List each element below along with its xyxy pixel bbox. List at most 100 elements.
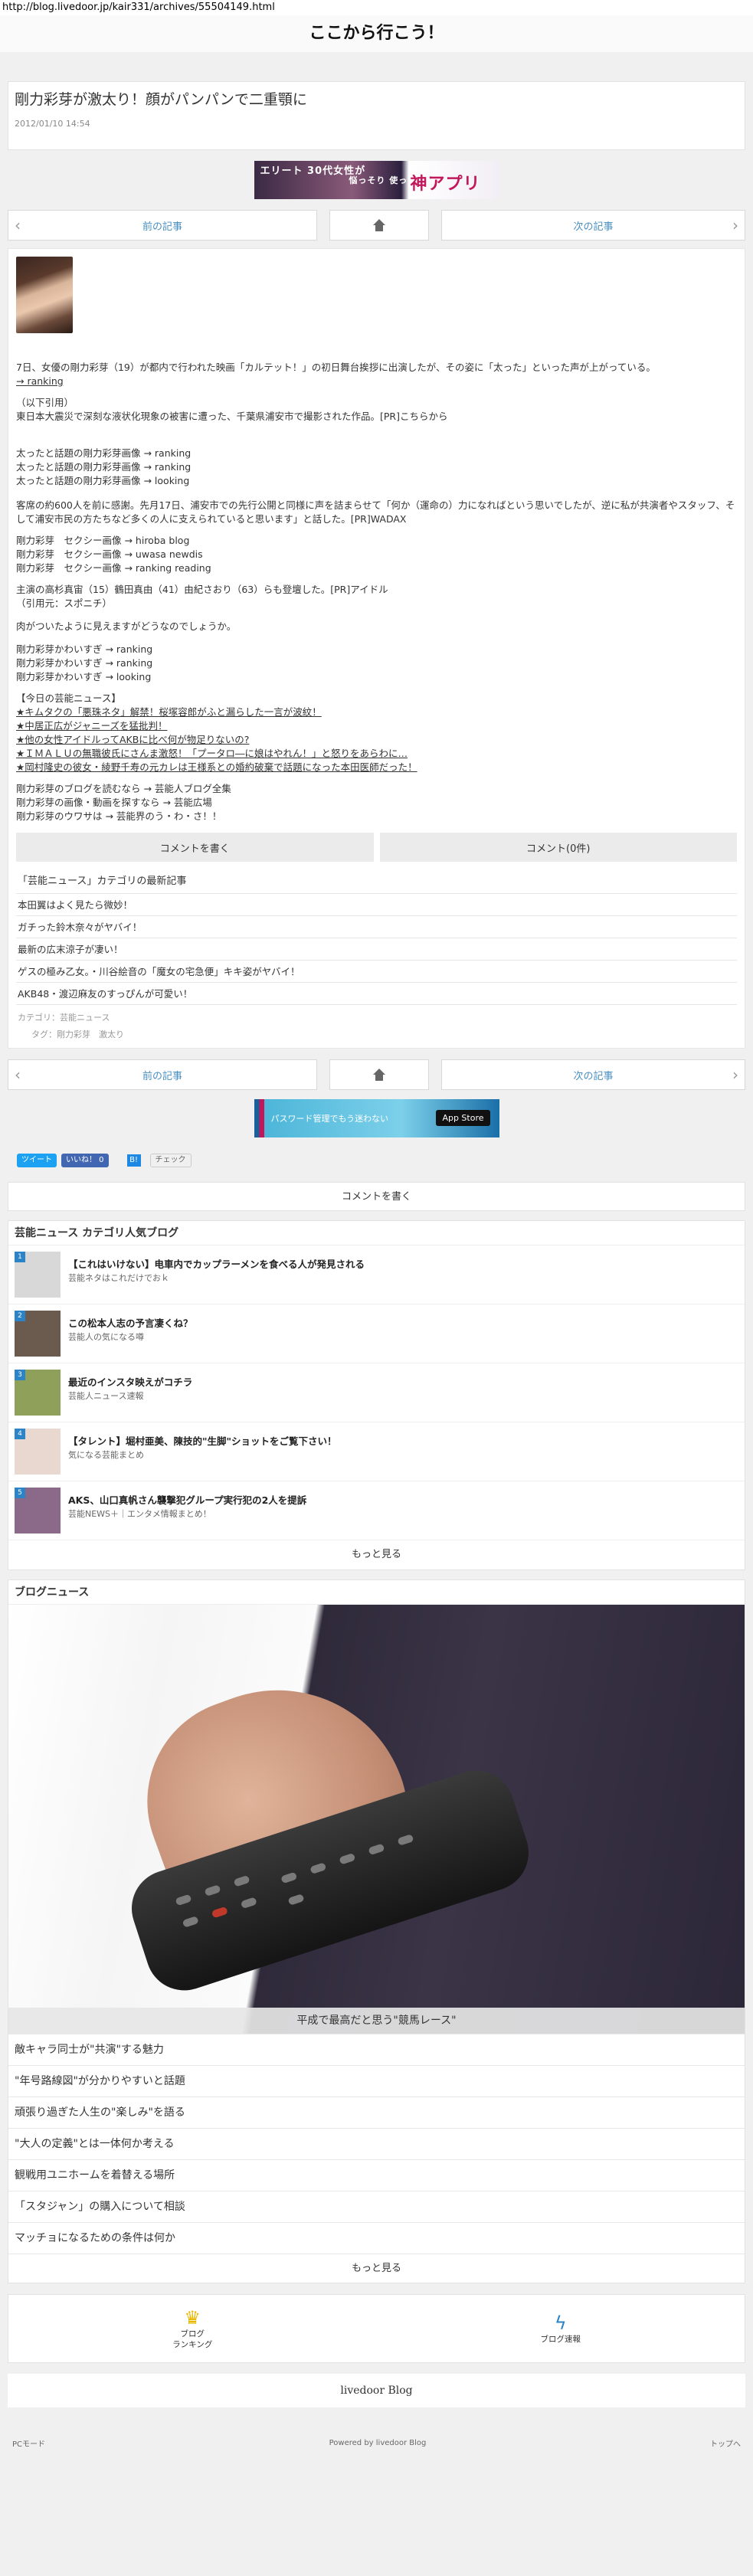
ranking-item[interactable]: 4 【タレント】堀村亜美、陳技的"生脚"ショットをご覧下さい！ 気になる芸能まとめ — [8, 1422, 745, 1481]
article-meta: カテゴリ：芸能ニュース タグ：剛力彩芽 激太り — [16, 1004, 737, 1048]
news-link[interactable]: ★岡村隆史の彼女・綾野千寿の元カレは王様系との婚約破棄で話題になった本田医師だっ… — [16, 761, 737, 774]
latest-heading: 「芸能ニュース」カテゴリの最新記事 — [18, 876, 187, 887]
news-link[interactable]: ★他の女性アイドルってAKBに比べ何が物足りないの? — [16, 733, 737, 747]
pc-mode-link[interactable]: PCモード — [12, 2437, 45, 2449]
body-link[interactable]: 剛力彩芽かわいすぎ → ranking — [16, 656, 737, 670]
body-line: （引用元：スポニチ） — [16, 597, 113, 609]
home-icon — [372, 219, 386, 231]
body-link[interactable]: 太ったと話題の剛力彩芽画像 → looking — [16, 474, 737, 488]
to-top-link[interactable]: トップへ — [710, 2437, 741, 2449]
list-item[interactable]: 本田翼はよく見たら微妙！ — [16, 893, 737, 915]
body-link[interactable]: 剛力彩芽 セクシー画像 → ranking reading — [16, 561, 737, 575]
url-bar: http://blog.livedoor.jp/kair331/archives… — [0, 0, 753, 15]
body-line: 客席の約600人を前に感謝。先月17日、浦安市での先行公開と同様に声を詰まらせて… — [16, 499, 735, 525]
news-link[interactable]: ★キムタクの「悪珠ネタ」解禁！桜塚容郎がふと漏らした一言が波紋！ — [16, 705, 737, 719]
ranking-title: 最近のインスタ映えがコチラ — [68, 1376, 193, 1388]
hatena-bookmark-icon[interactable]: B! — [126, 1154, 141, 1167]
rank-number: 4 — [15, 1429, 25, 1439]
next-article-button[interactable]: 次の記事 — [441, 1059, 745, 1090]
comments-count-button[interactable]: コメント(0件) — [379, 833, 737, 862]
body-link[interactable]: 太ったと話題の剛力彩芽画像 → ranking — [16, 447, 737, 460]
tags-label[interactable]: タグ：剛力彩芽 激太り — [18, 1026, 735, 1043]
top-banner-ad[interactable]: エリート 30代女性が 悩っそり 使ってる… 神アプリ — [254, 161, 499, 199]
article-title: 剛力彩芽が激太り！顔がパンパンで二重顎に — [15, 91, 307, 108]
body-link[interactable]: 剛力彩芽の画像・動画を探すなら → 芸能広場 — [16, 796, 737, 810]
news-item[interactable]: 敵キャラ同士が"共演"する魅力 — [8, 2034, 745, 2065]
body-link[interactable]: 太ったと話題の剛力彩芽画像 → ranking — [16, 460, 737, 474]
footer-links: ♛ ブログ ランキング ϟ ブログ速報 — [8, 2294, 745, 2363]
rank-number: 3 — [15, 1370, 25, 1380]
list-item[interactable]: AKB48・渡辺麻友のすっぴんが可愛い！ — [16, 982, 737, 1004]
news-item[interactable]: 「スタジャン」の購入について相談 — [8, 2191, 745, 2222]
tweet-button[interactable]: ツイート — [17, 1154, 57, 1167]
news-item[interactable]: 観戦用ユニホームを着替える場所 — [8, 2159, 745, 2191]
crown-icon: ♛ — [184, 2307, 201, 2329]
popular-heading: 芸能ニュース カテゴリ人気ブログ — [8, 1221, 745, 1245]
home-icon — [372, 1069, 386, 1081]
news-item[interactable]: "年号路線図"が分かりやすいと話題 — [8, 2065, 745, 2096]
rank-number: 5 — [15, 1488, 25, 1498]
more-button[interactable]: もっと見る — [8, 2254, 745, 2283]
home-button[interactable] — [329, 210, 429, 241]
article-date: 2012/01/10 14:54 — [15, 119, 90, 129]
blog-title[interactable]: ここから行こう！ — [0, 15, 753, 52]
blog-news-heading: ブログニュース — [8, 1580, 745, 1605]
home-button[interactable] — [329, 1059, 429, 1090]
body-link[interactable]: 剛力彩芽かわいすぎ → looking — [16, 670, 737, 684]
rank-number: 1 — [15, 1252, 25, 1262]
ad-right-text: 神アプリ — [410, 175, 481, 194]
news-hero-caption: 平成で最高だと思う"競馬レース" — [8, 2008, 745, 2034]
popular-blogs: 芸能ニュース カテゴリ人気ブログ 1 【これはいけない】电車内でカップラーメンを食… — [8, 1220, 745, 1570]
lightning-icon: ϟ — [554, 2313, 567, 2334]
blog-news-link[interactable]: ϟ ブログ速報 — [377, 2295, 745, 2362]
ranking-item[interactable]: 3 最近のインスタ映えがコチラ 芸能人ニュース速報 — [8, 1363, 745, 1422]
list-item[interactable]: 最新の広末涼子が凄い！ — [16, 938, 737, 960]
body-link[interactable]: 剛力彩芽かわいすぎ → ranking — [16, 643, 737, 656]
ranking-title: 【タレント】堀村亜美、陳技的"生脚"ショットをご覧下さい！ — [68, 1435, 337, 1447]
ranking-title: 【これはいけない】电車内でカップラーメンを食べる人が発見される — [68, 1259, 365, 1270]
mixi-check-button[interactable]: チェック — [149, 1154, 192, 1167]
ranking-item[interactable]: 2 この松本人志の予言凄くね？ 芸能人の気になる噂 — [8, 1304, 745, 1363]
ranking-label: ブログ ランキング — [172, 2329, 213, 2349]
like-button[interactable]: いいね！ 0 — [61, 1154, 109, 1167]
news-item[interactable]: 頑張り過ぎた人生の"楽しみ"を語る — [8, 2096, 745, 2128]
article-body: 7日、女優の剛力彩芽（19）が都内で行われた映画「カルテット！」の初日舞台挨拶に… — [8, 248, 745, 1049]
news-hero-image[interactable]: 平成で最高だと思う"競馬レース" — [8, 1605, 745, 2034]
next-article-button[interactable]: 次の記事 — [441, 210, 745, 241]
body-line: （以下引用） — [16, 397, 74, 408]
article-photo[interactable] — [16, 257, 73, 333]
body-line: 主演の高杉真宙（15）鶴田真由（41）由紀さおり（63）らも登壇した。[PR]ア… — [16, 584, 388, 595]
latest-articles: 「芸能ニュース」カテゴリの最新記事 本田翼はよく見たら微妙！ ガチった鈴木奈々が… — [16, 872, 737, 1004]
category-label[interactable]: カテゴリ：芸能ニュース — [18, 1010, 735, 1026]
body-link[interactable]: 剛力彩芽のブログを読むなら → 芸能人ブログ全集 — [16, 782, 737, 796]
livedoor-blog-logo[interactable]: livedoor Blog — [8, 2374, 745, 2407]
body-link[interactable]: → ranking — [16, 375, 737, 388]
bottom-banner-ad[interactable]: パスワード管理でもう迷わない App Store — [254, 1099, 499, 1137]
body-line: 肉がついたように見えますがどうなのでしょうか。 — [16, 620, 237, 632]
ranking-item[interactable]: 5 AKS、山口真帆さん襲撃犯グループ実行犯の2人を提訴 芸能NEWS＋｜エンタメ情… — [8, 1481, 745, 1540]
more-button[interactable]: もっと見る — [8, 1540, 745, 1569]
body-line: 7日、女優の剛力彩芽（19）が都内で行われた映画「カルテット！」の初日舞台挨拶に… — [16, 362, 656, 373]
ranking-source: 気になる芸能まとめ — [68, 1450, 144, 1460]
body-link[interactable]: 剛力彩芽のウワサは → 芸能界のう・わ・さ！！ — [16, 810, 737, 823]
comment-buttons: コメントを書く コメント(0件) — [16, 833, 737, 862]
body-link[interactable]: 剛力彩芽 セクシー画像 → uwasa newdis — [16, 548, 737, 561]
ranking-source: 芸能NEWS＋｜エンタメ情報まとめ！ — [68, 1509, 211, 1519]
powered-by: Powered by livedoor Blog — [329, 2438, 427, 2447]
news-item[interactable]: マッチョになるための条件は何か — [8, 2222, 745, 2254]
blog-news: ブログニュース 平成で最高だと思う"競馬レース" 敵キャラ同士が"共演"する魅力… — [8, 1579, 745, 2283]
write-comment-button[interactable]: コメントを書く — [16, 833, 374, 862]
body-link[interactable]: 剛力彩芽 セクシー画像 → hiroba blog — [16, 534, 737, 548]
news-item[interactable]: "大人の定義"とは一体何か考える — [8, 2128, 745, 2159]
blog-ranking-link[interactable]: ♛ ブログ ランキング — [8, 2295, 377, 2362]
prev-article-button[interactable]: 前の記事 — [8, 1059, 317, 1090]
prev-article-button[interactable]: 前の記事 — [8, 210, 317, 241]
news-label: ブログ速報 — [540, 2335, 581, 2344]
news-link[interactable]: ★ＩＭＡＬＵの無職彼氏にさんま激怒！「プータロ―に娘はやれん！」と怒りをあらわに… — [16, 747, 737, 761]
list-item[interactable]: ゲスの極み乙女。・川谷絵音の「魔女の宅急便」キキ姿がヤバイ！ — [16, 960, 737, 982]
news-link[interactable]: ★中居正広がジャニーズを猛批判！ — [16, 719, 737, 733]
ranking-item[interactable]: 1 【これはいけない】电車内でカップラーメンを食べる人が発見される 芸能ネタはこれだ… — [8, 1245, 745, 1304]
article-text: 7日、女優の剛力彩芽（19）が都内で行われた映画「カルテット！」の初日舞台挨拶に… — [16, 361, 737, 823]
write-comment-bar[interactable]: コメントを書く — [8, 1182, 745, 1211]
list-item[interactable]: ガチった鈴木奈々がヤバイ！ — [16, 915, 737, 938]
